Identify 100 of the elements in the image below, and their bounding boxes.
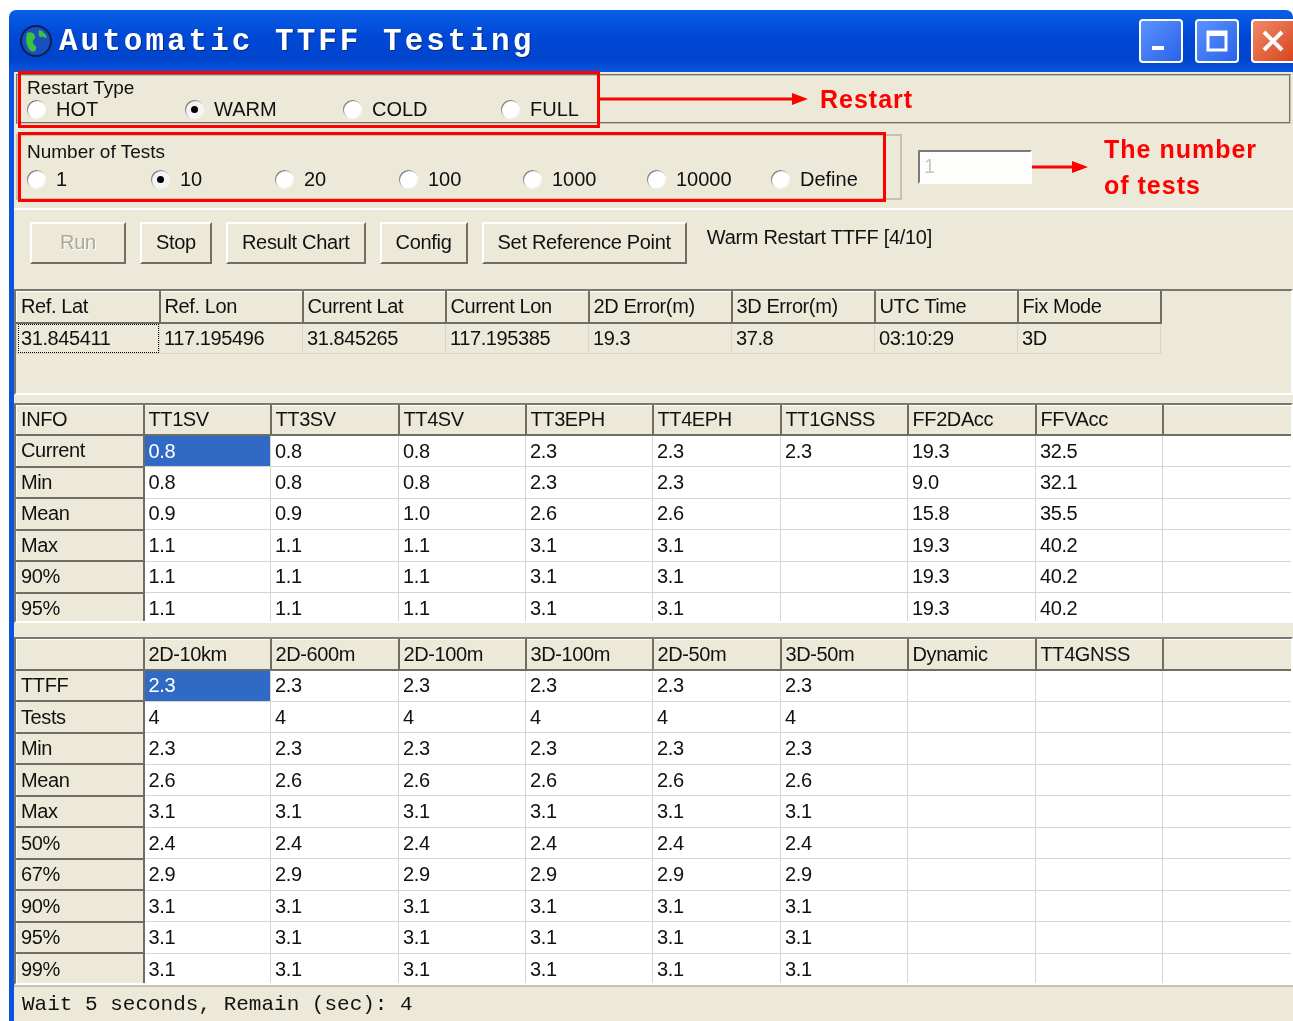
column-header[interactable]: 3D-50m	[780, 639, 908, 670]
table-cell: 2.4	[270, 827, 399, 859]
radio-button[interactable]: 1000	[523, 168, 647, 192]
table-cell: 3.1	[398, 890, 526, 922]
table-cell: 1.1	[270, 561, 399, 593]
column-header[interactable]: TT4SV	[398, 405, 526, 436]
table-cell: 3.1	[143, 921, 271, 954]
table-cell: 3D	[1017, 322, 1161, 354]
table-cell: 31.845411	[16, 322, 160, 354]
column-header[interactable]: FFVAcc	[1035, 405, 1163, 436]
column-header[interactable]: TT1SV	[143, 405, 271, 436]
table-cell: 2.3	[780, 669, 908, 702]
radio-button[interactable]: WARM	[185, 97, 343, 121]
table-cell: 2.9	[143, 858, 271, 891]
column-header[interactable]: 3D Error(m)	[731, 291, 875, 323]
globe-icon	[19, 24, 53, 58]
column-header[interactable]: 2D-100m	[398, 639, 526, 670]
table-cell: 3.1	[525, 561, 653, 593]
table-cell: 1.1	[398, 561, 526, 593]
table-cell: 31.845265	[302, 322, 446, 354]
radio-indicator[interactable]	[399, 170, 418, 190]
table-cell: 15.8	[907, 498, 1036, 530]
radio-button[interactable]: HOT	[27, 97, 185, 121]
radio-button[interactable]: 1	[27, 168, 151, 192]
toolbar-button[interactable]: Set Reference Point	[481, 221, 687, 264]
column-header[interactable]: UTC Time	[874, 291, 1018, 323]
column-header[interactable]: Current Lat	[302, 291, 446, 323]
column-header[interactable]: TT4EPH	[652, 405, 781, 436]
radio-indicator[interactable]	[343, 99, 362, 119]
column-header[interactable]: 2D-10km	[143, 639, 271, 670]
row-header: Min	[16, 732, 144, 765]
radio-button[interactable]: FULL	[501, 97, 601, 121]
column-header[interactable]: Ref. Lon	[159, 291, 303, 323]
minimize-button[interactable]	[1139, 19, 1183, 63]
radio-indicator[interactable]	[27, 99, 46, 119]
table-cell: 2.3	[525, 732, 653, 765]
radio-button[interactable]: 100	[399, 168, 523, 192]
column-header[interactable]: 3D-100m	[525, 639, 653, 670]
radio-button[interactable]: 20	[275, 168, 399, 192]
table-cell: 3.1	[652, 529, 781, 562]
table-cell: 3.1	[525, 890, 653, 922]
radio-button[interactable]: COLD	[343, 97, 501, 121]
radio-button[interactable]: 10000	[647, 168, 771, 192]
table-cell: 2.3	[398, 732, 526, 765]
progress-text: Warm Restart TTFF [4/10]	[706, 225, 932, 249]
row-header: 50%	[16, 827, 144, 859]
table-cell: 2.3	[652, 669, 781, 702]
column-header[interactable]: TT3SV	[270, 405, 399, 436]
status-text: Wait 5 seconds, Remain (sec): 4	[22, 992, 413, 1016]
column-header[interactable]: TT1GNSS	[780, 405, 908, 436]
table-cell: 117.195385	[445, 322, 589, 354]
table-cell: 2.3	[270, 669, 399, 702]
table-cell: 3.1	[525, 921, 653, 954]
radio-indicator[interactable]	[647, 170, 666, 190]
table-cell: 2.4	[780, 827, 908, 859]
radio-indicator[interactable]	[771, 170, 790, 190]
row-header: Mean	[16, 764, 144, 796]
column-header[interactable]: FF2DAcc	[907, 405, 1036, 436]
radio-button[interactable]: 10	[151, 168, 275, 192]
table-cell: 3.1	[652, 890, 781, 922]
column-header[interactable]: Fix Mode	[1017, 291, 1161, 323]
toolbar-button[interactable]: Result Chart	[225, 221, 366, 264]
column-header[interactable]: Current Lon	[445, 291, 589, 323]
radio-indicator[interactable]	[185, 99, 204, 119]
table-cell: 2.6	[270, 764, 399, 796]
close-button[interactable]	[1251, 19, 1293, 63]
table-cell: 2.3	[270, 732, 399, 765]
row-header: TTFF	[16, 669, 144, 702]
table-cell: 2.3	[780, 435, 908, 467]
radio-indicator[interactable]	[151, 170, 170, 190]
row-header: 95%	[16, 592, 144, 622]
column-header[interactable]: 2D-600m	[270, 639, 399, 670]
toolbar-button[interactable]: Stop	[140, 221, 212, 264]
table-cell: 2.6	[780, 764, 908, 796]
radio-indicator[interactable]	[523, 170, 542, 190]
table-cell: 2.3	[143, 669, 271, 702]
column-header[interactable]: Ref. Lat	[16, 291, 160, 323]
column-header[interactable]: TT3EPH	[525, 405, 653, 436]
column-header[interactable]: Dynamic	[907, 639, 1036, 670]
maximize-button[interactable]	[1195, 19, 1239, 63]
column-header[interactable]: 2D Error(m)	[588, 291, 732, 323]
table-cell: 40.2	[1035, 561, 1163, 593]
table-cell: 2.9	[525, 858, 653, 891]
row-header: 90%	[16, 561, 144, 593]
column-header[interactable]: TT4GNSS	[1035, 639, 1163, 670]
radio-button[interactable]: Define	[771, 168, 871, 192]
annotation-arrow	[1032, 160, 1088, 173]
table-cell: 3.1	[270, 795, 399, 828]
radio-indicator[interactable]	[27, 170, 46, 190]
radio-indicator[interactable]	[501, 99, 520, 119]
table-cell: 0.8	[398, 466, 526, 499]
column-header[interactable]: INFO	[16, 405, 144, 436]
radio-indicator[interactable]	[275, 170, 294, 190]
table-cell: 2.4	[525, 827, 653, 859]
table-cell: 3.1	[780, 890, 908, 922]
toolbar-button[interactable]: Config	[379, 221, 468, 264]
table-cell: 2.6	[652, 764, 781, 796]
column-header[interactable]: 2D-50m	[652, 639, 781, 670]
table-cell: 37.8	[731, 322, 875, 354]
row-header: 67%	[16, 858, 144, 891]
